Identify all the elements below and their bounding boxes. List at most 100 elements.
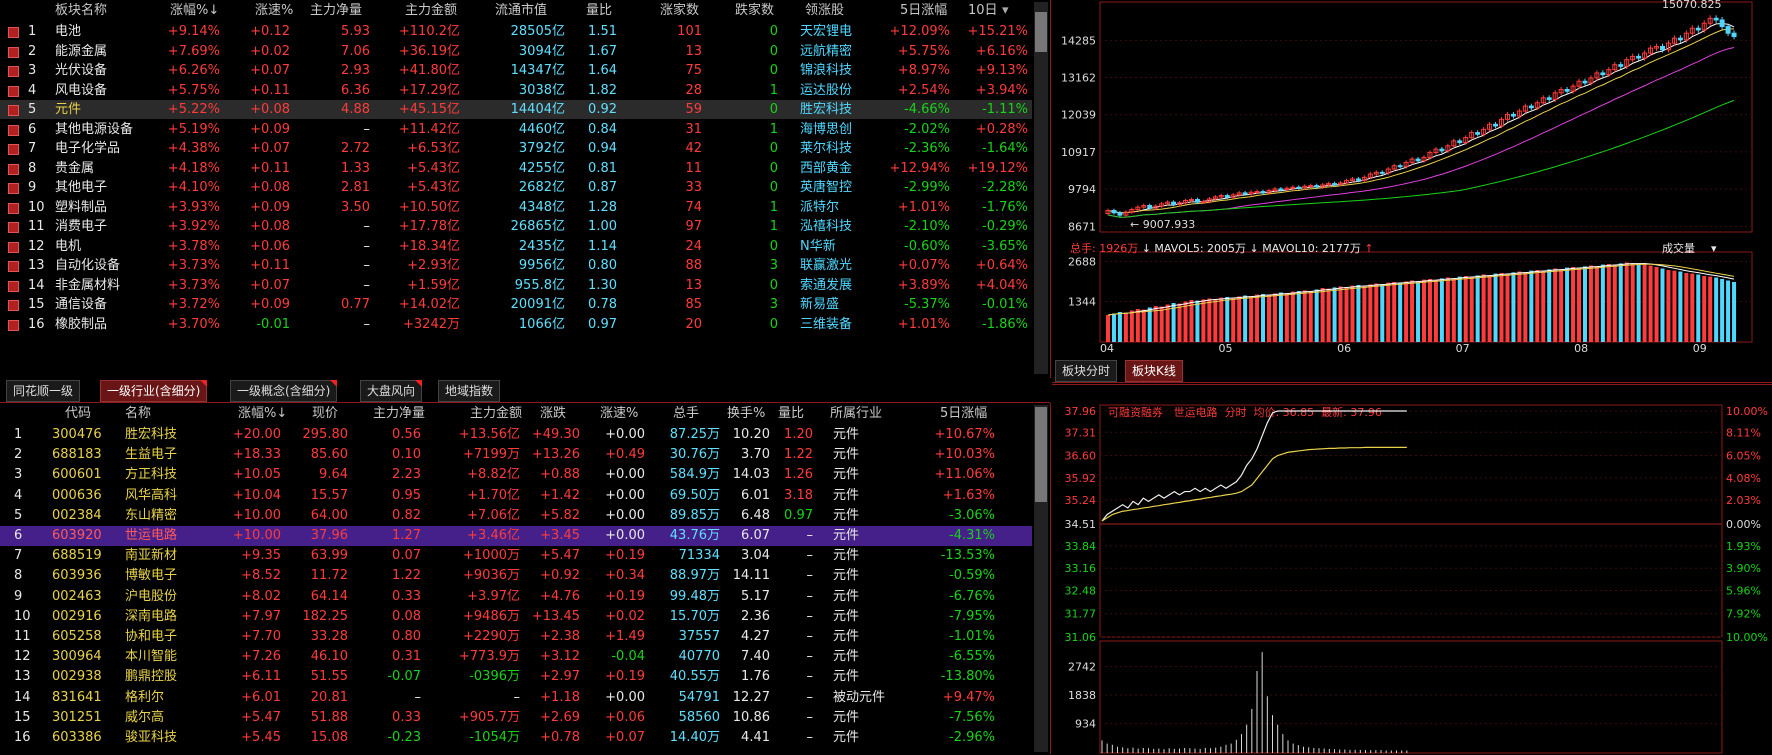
hdr-turnover[interactable]: 换手% [727, 403, 765, 425]
sector-row[interactable]: 4 风电设备 +5.75% +0.11 6.36 +17.29亿 3038亿 1.82 28 1 运… [0, 81, 1032, 100]
hdr-stock-amount[interactable]: 主力金额 [470, 403, 522, 425]
stock-row[interactable]: 2 688183 生益电子 +18.33 85.60 0.10 +7199万 +13.26 +0… [0, 445, 1032, 465]
hdr-speed[interactable]: 涨速% [255, 0, 293, 22]
sector-row[interactable]: 13 自动化设备 +3.73% +0.11– +2.93亿 9956亿 0.80 88 3 联赢激… [0, 256, 1032, 275]
expand-icon[interactable] [8, 27, 19, 38]
hdr-stock-d5[interactable]: 5日涨幅 [940, 403, 987, 425]
sector-row[interactable]: 11 消费电子 +3.92% +0.08– +17.78亿 26865亿 1.00 97 1 泓禧… [0, 217, 1032, 236]
stock-scrollbar[interactable] [1034, 405, 1048, 752]
stock-row[interactable]: 14 831641 格利尔 +6.01 20.81 – – +1.18 +0.00 54791 12… [0, 688, 1032, 708]
stock-row[interactable]: 6 603920 世运电路 +10.00 37.96 1.27 +3.46亿 +3.45 +0.… [0, 526, 1032, 546]
stock-row[interactable]: 11 605258 协和电子 +7.70 33.28 0.80 +2290万 +2.38 +1.… [0, 627, 1032, 647]
expand-icon[interactable] [8, 105, 19, 116]
stock-row[interactable]: 10 002916 深南电路 +7.97 182.25 0.08 +9486万 +13.45 +… [0, 607, 1032, 627]
tab-ths-level1[interactable]: 同花顺一级 [6, 380, 81, 402]
hdr-ratio[interactable]: 量比 [586, 0, 612, 22]
kline-chart[interactable]: 14285 13162 12039 10917 9794 8671 15070.825 ← 9… [1052, 0, 1772, 358]
hdr-up[interactable]: 涨家数 [660, 0, 699, 22]
stock-row[interactable]: 5 002384 东山精密 +10.00 64.00 0.82 +7.06亿 +5.82 +0.… [0, 506, 1032, 526]
hdr-amount[interactable]: 主力金额 [405, 0, 457, 22]
stock-scroll-thumb[interactable] [1035, 407, 1047, 502]
expand-icon[interactable] [8, 66, 19, 77]
hdr-d10[interactable]: 10日 [968, 0, 998, 22]
hdr-leader[interactable]: 领涨股 [805, 0, 844, 22]
sector-cell-up: 13 [685, 277, 702, 293]
sector-row[interactable]: 3 光伏设备 +6.26% +0.07 2.93 +41.80亿 14347亿 1.64 75 0… [0, 61, 1032, 80]
stock-row[interactable]: 12 300964 本川智能 +7.26 46.10 0.31 +773.9万 +3.12 -0… [0, 647, 1032, 667]
stock-row[interactable]: 7 688519 南亚新材 +9.35 63.99 0.07 +1000万 +5.47 +0.1… [0, 546, 1032, 566]
sector-row[interactable]: 15 通信设备 +3.72% +0.09 0.77 +14.02亿 20091亿 0.78 85… [0, 295, 1032, 314]
expand-icon[interactable] [8, 144, 19, 155]
tab-sector-kline[interactable]: 板块K线 [1125, 360, 1183, 382]
expand-icon[interactable] [8, 183, 19, 194]
expand-icon[interactable] [8, 241, 19, 253]
tab-sector-intraday[interactable]: 板块分时 [1055, 360, 1118, 382]
expand-icon[interactable] [8, 124, 19, 136]
stock-row[interactable]: 8 603936 博敏电子 +8.52 11.72 1.22 +9036万 +0.92 +0.3… [0, 566, 1032, 586]
stock-row[interactable]: 16 603386 骏亚科技 +5.45 15.08 -0.23 -1054万 +0.78 +0… [0, 728, 1032, 748]
hdr-volume[interactable]: 总手 [673, 403, 699, 425]
expand-icon[interactable] [8, 163, 19, 175]
expand-icon[interactable] [8, 319, 19, 331]
hdr-industry[interactable]: 所属行业 [830, 403, 882, 425]
stock-cell-ind: 元件 [833, 467, 860, 483]
sector-row[interactable]: 10 塑料制品 +3.93% +0.09 3.50 +10.50亿 4348亿 1.28 74 1… [0, 198, 1032, 217]
hdr-sector-name[interactable]: 板块名称 [55, 0, 107, 22]
hdr-code[interactable]: 代码 [65, 403, 91, 425]
low-price-label: ← 9007.933 [1130, 218, 1195, 231]
expand-icon[interactable] [8, 300, 19, 311]
date-tick-label: 07 [1456, 342, 1470, 355]
hdr-down[interactable]: 跌家数 [735, 0, 774, 22]
hdr-stock-netvol[interactable]: 主力净量 [373, 403, 425, 425]
hdr-change[interactable]: 涨幅%↓ [170, 0, 219, 22]
sector-row[interactable]: 7 电子化学品 +4.38% +0.07 2.72 +6.53亿 3792亿 0.94 42 0 莱… [0, 139, 1032, 158]
sector-row[interactable]: 12 电机 +3.78% +0.06– +18.34亿 2435亿 1.14 24 0 N华新 -0… [0, 237, 1032, 256]
expand-icon[interactable] [8, 85, 19, 97]
stock-row[interactable]: 4 000636 风华高科 +10.04 15.57 0.95 +1.70亿 +1.42 +0.… [0, 486, 1032, 506]
intraday-chart[interactable]: 37.96 10.00% 37.31 8.11% 36.60 6.05% 35.92 4.08… [1052, 385, 1772, 755]
expand-icon[interactable] [8, 46, 19, 58]
expand-icon[interactable] [8, 261, 19, 272]
tab-market-direction[interactable]: 大盘风向 [360, 380, 423, 402]
hdr-diff[interactable]: 涨跌 [540, 403, 566, 425]
hdr-d10-dropdown-icon[interactable]: ▾ [1002, 0, 1009, 22]
hdr-stock-change[interactable]: 涨幅%↓ [238, 403, 287, 425]
tab-region-index[interactable]: 地域指数 [438, 380, 501, 402]
hdr-cap[interactable]: 流通市值 [495, 0, 547, 22]
sector-cell-down: 0 [769, 63, 778, 78]
expand-icon[interactable] [8, 222, 19, 233]
hdr-stock-speed[interactable]: 涨速% [600, 403, 638, 425]
stock-cell-turn: 6.07 [741, 528, 770, 543]
hdr-netvol[interactable]: 主力净量 [310, 0, 362, 22]
stock-row[interactable]: 13 002938 鹏鼎控股 +6.11 51.55 -0.07 -0396万 +2.97 +0… [0, 667, 1032, 687]
stock-row[interactable]: 15 301251 威尔高 +5.47 51.88 0.33 +905.7万 +2.69 +0.… [0, 708, 1032, 728]
volume-bar [1344, 287, 1349, 342]
volume-bar [1356, 285, 1361, 342]
volume-bar [1165, 304, 1170, 342]
hdr-stock-ratio[interactable]: 量比 [778, 403, 804, 425]
expand-icon[interactable] [8, 280, 19, 292]
volume-bar [1231, 297, 1236, 342]
sector-row[interactable]: 1 电池 +9.14% +0.12 5.93 +110.2亿 28505亿 1.51 101 0 天… [0, 22, 1032, 41]
stock-row[interactable]: 1 300476 胜宏科技 +20.00 295.80 0.56 +13.56亿 +49.30… [0, 425, 1032, 445]
tab-industry-level1[interactable]: 一级行业(含细分) [100, 380, 208, 402]
sector-cell-leader: 锦浪科技 [800, 63, 853, 78]
sector-row[interactable]: 6 其他电源设备 +5.19% +0.09– +11.42亿 4460亿 0.84 31 1 海博… [0, 120, 1032, 139]
sector-row[interactable]: 9 其他电子 +4.10% +0.08 2.81 +5.43亿 2682亿 0.87 33 0 英唐… [0, 178, 1032, 197]
stock-cell-chg: +10.00 [232, 507, 281, 523]
sector-row[interactable]: 2 能源金属 +7.69% +0.02 7.06 +36.19亿 3094亿 1.67 13 0 远… [0, 42, 1032, 61]
sector-row[interactable]: 5 元件 +5.22% +0.08 4.88 +45.15亿 14404亿 0.92 59 0 胜宏… [0, 100, 1032, 119]
sector-scrollbar[interactable] [1034, 2, 1048, 374]
hdr-d5[interactable]: 5日涨幅 [900, 0, 947, 22]
sector-scroll-thumb[interactable] [1035, 12, 1047, 52]
tab-concept-level1[interactable]: 一级概念(含细分) [230, 380, 338, 402]
sector-row[interactable]: 14 非金属材料 +3.73% +0.07– +1.59亿 955.8亿 1.30 13 0 索通… [0, 276, 1032, 295]
stock-row[interactable]: 3 600601 方正科技 +10.05 9.64 2.23 +8.82亿 +0.88 +0.0… [0, 465, 1032, 485]
hdr-price[interactable]: 现价 [312, 403, 338, 425]
stock-row[interactable]: 9 002463 沪电股份 +8.02 64.14 0.33 +3.97亿 +4.76 +0.1… [0, 587, 1032, 607]
hdr-name[interactable]: 名称 [125, 403, 151, 425]
expand-icon[interactable] [8, 202, 19, 214]
sector-row[interactable]: 8 贵金属 +4.18% +0.11 1.33 +5.43亿 4255亿 0.81 11 0 西部黄… [0, 159, 1032, 178]
vol-indicator-select[interactable]: 成交量 ▾ [1662, 240, 1717, 256]
sector-row[interactable]: 16 橡胶制品 +3.70% -0.01– +3242万 1066亿 0.97 20 0 三维装备… [0, 315, 1032, 334]
